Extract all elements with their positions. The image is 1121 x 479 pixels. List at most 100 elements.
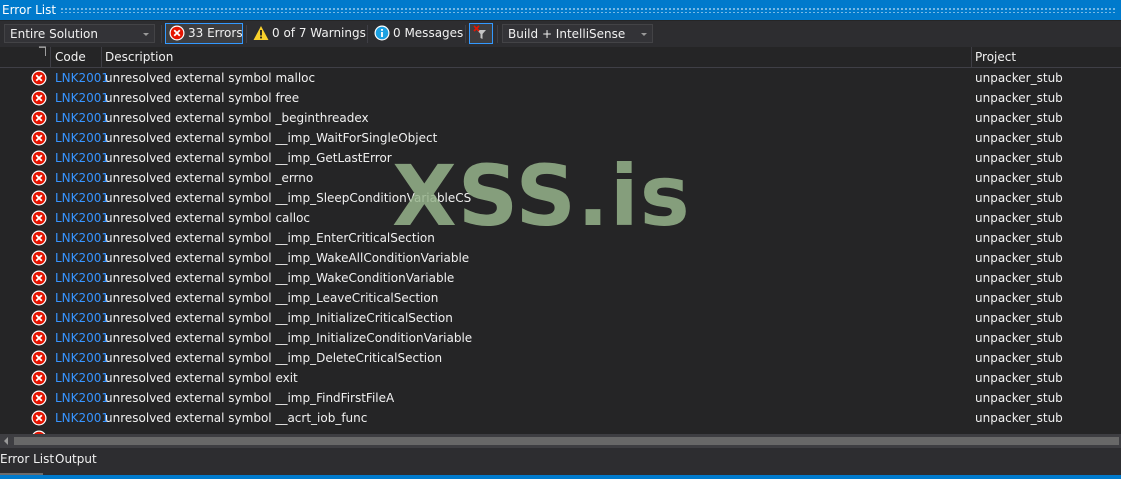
table-row[interactable]: LNK2001 unresolved external symbol _begin… bbox=[0, 108, 1121, 128]
window-title: Error List bbox=[2, 3, 57, 17]
error-circle-icon bbox=[31, 150, 47, 166]
error-code-link[interactable]: LNK2001 bbox=[55, 388, 109, 408]
info-circle-icon bbox=[374, 25, 390, 41]
chevron-down-icon bbox=[641, 33, 647, 36]
error-project: unpacker_stub bbox=[975, 351, 1063, 365]
error-circle-icon bbox=[31, 290, 47, 306]
error-code-link[interactable]: LNK2001 bbox=[55, 168, 109, 188]
error-code-link[interactable]: LNK2001 bbox=[55, 128, 109, 148]
error-circle-icon bbox=[31, 350, 47, 366]
table-row[interactable]: LNK2001 unresolved external symbol free un… bbox=[0, 88, 1121, 108]
tool-window-title-bar[interactable]: Error List bbox=[0, 0, 1121, 20]
error-circle-icon bbox=[31, 210, 47, 226]
table-row[interactable]: LNK2001 unresolved external symbol __acrt… bbox=[0, 408, 1121, 428]
table-row[interactable]: LNK2001 unresolved external symbol __imp_… bbox=[0, 288, 1121, 308]
table-row[interactable]: LNK2001 unresolved external symbol __imp_… bbox=[0, 268, 1121, 288]
table-row[interactable]: LNK2001 unresolved external symbol __imp_… bbox=[0, 348, 1121, 368]
warnings-filter-button[interactable]: 0 of 7 Warnings bbox=[250, 23, 366, 44]
error-description: unresolved external symbol __imp_SleepCo… bbox=[105, 191, 472, 205]
table-row[interactable]: LNK2001 unresolved external symbol __imp_… bbox=[0, 388, 1121, 408]
column-divider[interactable] bbox=[101, 47, 102, 67]
error-project: unpacker_stub bbox=[975, 231, 1063, 245]
error-project: unpacker_stub bbox=[975, 291, 1063, 305]
table-row[interactable]: LNK2001 unresolved external symbol __imp_… bbox=[0, 188, 1121, 208]
error-circle-icon bbox=[31, 410, 47, 426]
error-code-link[interactable]: LNK2001 bbox=[55, 108, 109, 128]
tab-output[interactable]: Output bbox=[55, 448, 97, 473]
error-description: unresolved external symbol _beginthreade… bbox=[105, 111, 369, 125]
error-circle-icon bbox=[31, 130, 47, 146]
error-circle-icon bbox=[31, 170, 47, 186]
error-code-link[interactable]: LNK2001 bbox=[55, 88, 109, 108]
column-divider[interactable] bbox=[971, 47, 972, 67]
column-header-description[interactable]: Description bbox=[105, 47, 173, 67]
error-code-link[interactable]: LNK2001 bbox=[55, 228, 109, 248]
error-code-link[interactable]: LNK2001 bbox=[55, 328, 109, 348]
scope-dropdown[interactable]: Entire Solution bbox=[4, 24, 155, 43]
scope-dropdown-value: Entire Solution bbox=[10, 27, 98, 41]
build-intellisense-dropdown[interactable]: Build + IntelliSense bbox=[502, 24, 653, 43]
error-project: unpacker_stub bbox=[975, 171, 1063, 185]
toolbar-separator bbox=[161, 25, 162, 43]
error-code-link[interactable]: LNK2001 bbox=[55, 208, 109, 228]
error-project: unpacker_stub bbox=[975, 311, 1063, 325]
error-code-link[interactable]: LNK2001 bbox=[55, 68, 109, 88]
errors-filter-button[interactable]: 33 Errors bbox=[165, 23, 243, 44]
column-header-project[interactable]: Project bbox=[975, 47, 1016, 67]
title-bar-grip bbox=[60, 7, 1115, 13]
table-row[interactable]: LNK2001 unresolved external symbol exit un… bbox=[0, 368, 1121, 388]
error-code-link[interactable]: LNK2001 bbox=[55, 248, 109, 268]
error-description: unresolved external symbol __imp_Initial… bbox=[105, 331, 473, 345]
error-project: unpacker_stub bbox=[975, 211, 1063, 225]
error-code-link[interactable]: LNK2001 bbox=[55, 288, 109, 308]
messages-count-label: 0 Messages bbox=[393, 26, 464, 40]
error-code-link[interactable]: LNK2001 bbox=[55, 408, 109, 428]
error-circle-icon bbox=[31, 270, 47, 286]
error-code-link[interactable]: LNK2001 bbox=[55, 188, 109, 208]
table-row[interactable]: LNK2001 unresolved external symbol __imp_… bbox=[0, 148, 1121, 168]
error-circle-icon bbox=[31, 370, 47, 386]
table-row[interactable]: LNK2001 unresolved external symbol __imp_… bbox=[0, 308, 1121, 328]
scrollbar-thumb[interactable] bbox=[14, 437, 1119, 445]
tab-error-list[interactable]: Error List bbox=[0, 448, 54, 476]
column-divider[interactable] bbox=[50, 47, 51, 67]
error-circle-icon bbox=[169, 25, 185, 41]
table-row[interactable]: LNK2001 unresolved external symbol __imp_… bbox=[0, 328, 1121, 348]
error-description: unresolved external symbol __imp_FindFir… bbox=[105, 391, 395, 405]
error-code-link[interactable]: LNK2001 bbox=[55, 308, 109, 328]
error-description: unresolved external symbol _errno bbox=[105, 171, 314, 185]
error-code-link[interactable]: LNK2001 bbox=[55, 148, 109, 168]
error-description: unresolved external symbol free bbox=[105, 91, 300, 105]
clear-filter-button[interactable] bbox=[469, 23, 493, 44]
table-row[interactable]: LNK2001 unresolved external symbol malloc… bbox=[0, 68, 1121, 88]
error-description: unresolved external symbol __acrt_iob_fu… bbox=[105, 411, 368, 425]
table-row[interactable]: LNK2001 unresolved external symbol __imp_… bbox=[0, 128, 1121, 148]
error-project: unpacker_stub bbox=[975, 151, 1063, 165]
toolbar-separator bbox=[246, 25, 247, 43]
build-intellisense-value: Build + IntelliSense bbox=[508, 27, 626, 41]
error-code-link[interactable]: LNK2001 bbox=[55, 368, 109, 388]
bottom-tab-strip: Error List Output bbox=[0, 448, 1121, 476]
error-circle-icon bbox=[31, 70, 47, 86]
error-project: unpacker_stub bbox=[975, 371, 1063, 385]
error-description: unresolved external symbol malloc bbox=[105, 71, 316, 85]
error-description: unresolved external symbol __imp_WaitFor… bbox=[105, 131, 438, 145]
error-description: unresolved external symbol exit bbox=[105, 371, 298, 385]
horizontal-scrollbar[interactable] bbox=[0, 434, 1121, 448]
error-project: unpacker_stub bbox=[975, 91, 1063, 105]
table-row[interactable]: LNK2001 unresolved external symbol _errno… bbox=[0, 168, 1121, 188]
error-code-link[interactable]: LNK2001 bbox=[55, 348, 109, 368]
error-code-link[interactable]: LNK2001 bbox=[55, 268, 109, 288]
table-row[interactable]: LNK2001 unresolved external symbol __imp_… bbox=[0, 228, 1121, 248]
error-project: unpacker_stub bbox=[975, 111, 1063, 125]
error-description: unresolved external symbol __imp_EnterCr… bbox=[105, 231, 435, 245]
error-project: unpacker_stub bbox=[975, 391, 1063, 405]
toolbar-separator bbox=[497, 25, 498, 43]
warning-triangle-icon bbox=[253, 26, 269, 40]
table-row[interactable]: LNK2001 unresolved external symbol calloc… bbox=[0, 208, 1121, 228]
messages-filter-button[interactable]: 0 Messages bbox=[371, 23, 464, 44]
column-header-code[interactable]: Code bbox=[55, 47, 86, 67]
table-row[interactable]: LNK2001 unresolved external symbol __imp_… bbox=[0, 248, 1121, 268]
error-list-window: Error List Entire Solution 33 Errors 0 o… bbox=[0, 0, 1121, 479]
scroll-left-icon[interactable] bbox=[4, 437, 8, 445]
